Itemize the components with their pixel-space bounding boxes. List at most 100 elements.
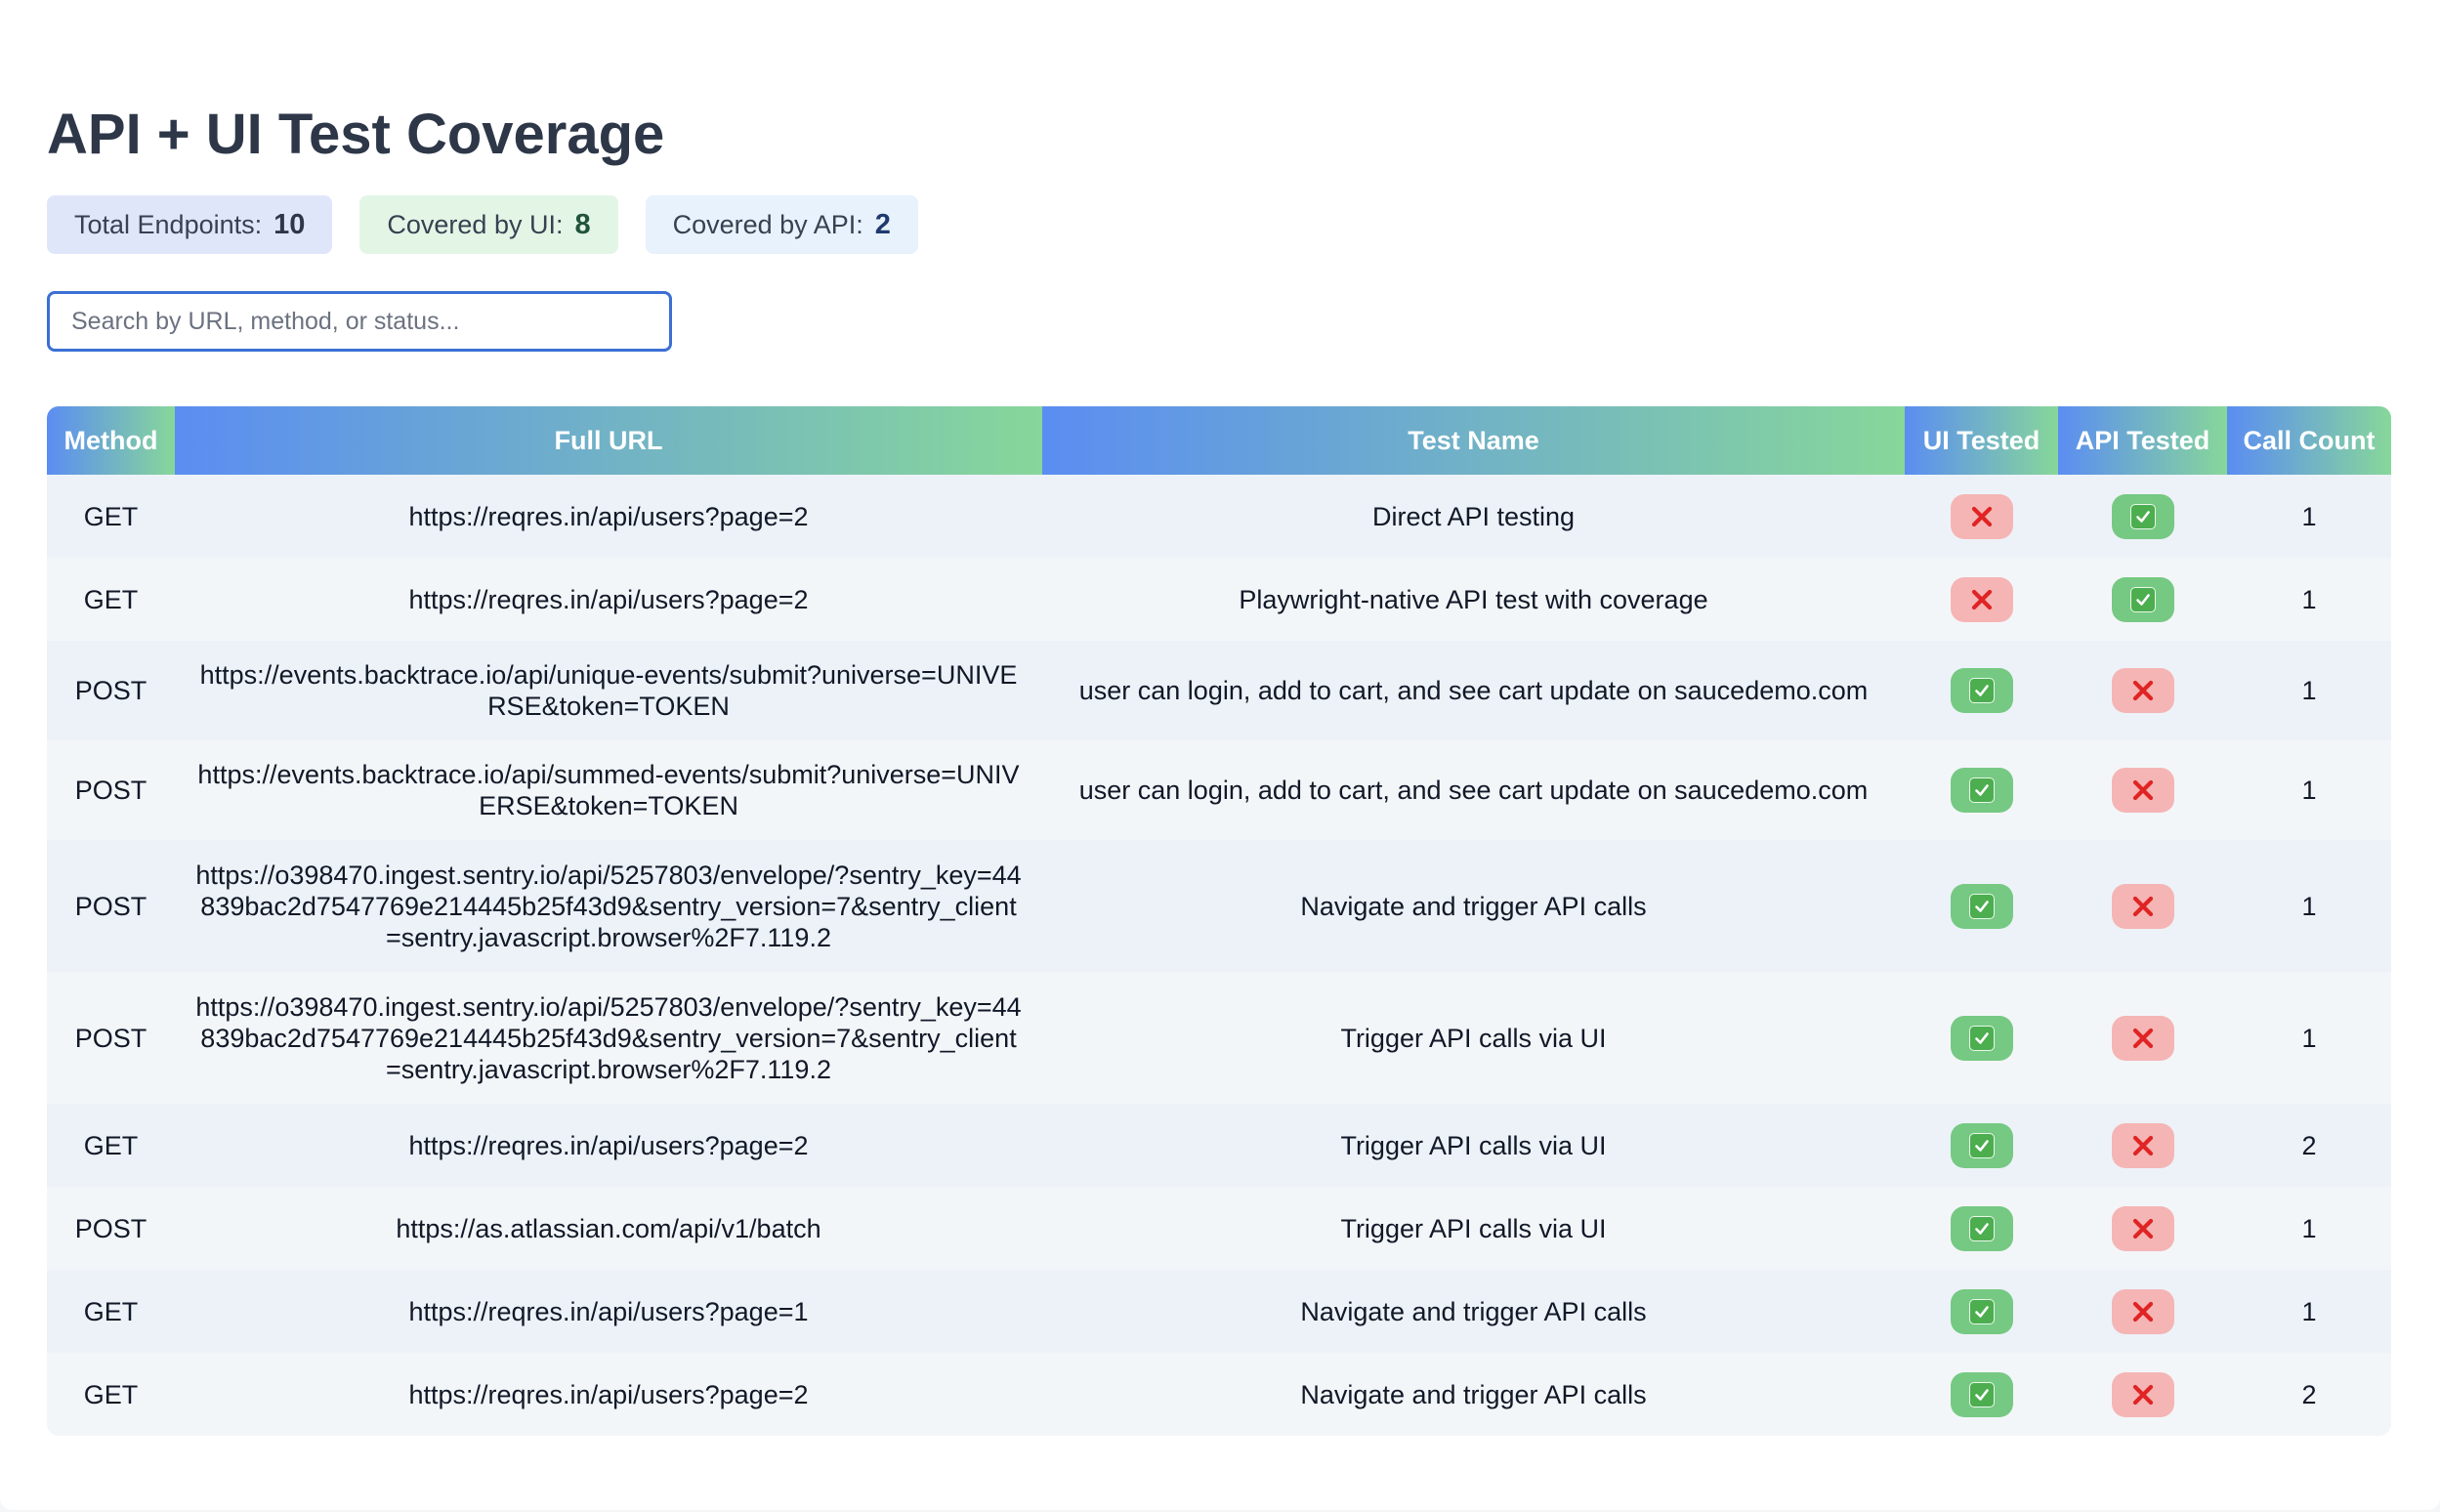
test-name-cell: Navigate and trigger API calls [1042,1353,1905,1436]
ui-tested-cell [1905,740,2058,840]
check-mark-icon [2129,586,2156,612]
cross-mark-icon [2130,1133,2156,1158]
url-cell: https://events.backtrace.io/api/unique-e… [175,641,1042,740]
cross-mark-icon [1969,587,1995,612]
api-tested-cell [2058,840,2227,972]
test-name-cell: user can login, add to cart, and see car… [1042,641,1905,740]
column-header-ui-tested[interactable]: UI Tested [1905,406,2058,475]
api-tested-cell [2058,972,2227,1104]
covered-by-api-badge: Covered by API: 2 [645,195,918,254]
check-mark-icon [1968,1132,1995,1158]
column-header-method[interactable]: Method [47,406,175,475]
table-row[interactable]: POST https://o398470.ingest.sentry.io/api… [47,972,2391,1104]
method-cell: POST [47,740,175,840]
url-cell: https://reqres.in/api/users?page=2 [175,1353,1042,1436]
ui-tested-cell [1905,840,2058,972]
column-header-full-url[interactable]: Full URL [175,406,1042,475]
url-cell: https://reqres.in/api/users?page=1 [175,1270,1042,1353]
ui-tested-yes-badge [1950,1371,2013,1417]
test-name-cell: Playwright-native API test with coverage [1042,558,1905,641]
ui-tested-yes-badge [1950,883,2013,929]
api-tested-no-badge [2111,768,2174,813]
coverage-table: Method Full URL Test Name UI Tested API … [47,406,2391,1436]
api-tested-cell [2058,1187,2227,1270]
api-tested-cell [2058,1270,2227,1353]
ui-tested-cell [1905,1353,2058,1436]
ui-tested-yes-badge [1950,668,2013,713]
check-mark-icon [2129,503,2156,529]
call-count-cell: 2 [2227,1104,2391,1187]
check-mark-icon [1968,1381,1995,1407]
table-row[interactable]: GET https://reqres.in/api/users?page=2 Tri… [47,1104,2391,1187]
cross-mark-icon [1969,504,1995,529]
ui-tested-yes-badge [1950,1015,2013,1061]
table-row[interactable]: POST https://events.backtrace.io/api/summ… [47,740,2391,840]
api-tested-cell [2058,1104,2227,1187]
call-count-cell: 1 [2227,840,2391,972]
api-tested-cell [2058,641,2227,740]
test-name-cell: Navigate and trigger API calls [1042,1270,1905,1353]
ui-tested-cell [1905,641,2058,740]
table-row[interactable]: GET https://reqres.in/api/users?page=2 Dir… [47,475,2391,558]
table-row[interactable]: GET https://reqres.in/api/users?page=2 Pla… [47,558,2391,641]
api-tested-no-badge [2111,1122,2174,1168]
ui-tested-no-badge [1950,576,2013,622]
method-cell: GET [47,558,175,641]
api-tested-no-badge [2111,1371,2174,1417]
ui-tested-cell [1905,558,2058,641]
covered-by-api-label: Covered by API: [672,209,863,239]
ui-tested-yes-badge [1950,768,2013,813]
covered-by-ui-badge: Covered by UI: 8 [359,195,618,254]
api-tested-yes-badge [2111,493,2174,539]
api-tested-cell [2058,475,2227,558]
api-tested-no-badge [2111,883,2174,929]
test-name-cell: Trigger API calls via UI [1042,1104,1905,1187]
url-cell: https://reqres.in/api/users?page=2 [175,475,1042,558]
table-body: GET https://reqres.in/api/users?page=2 Dir… [47,475,2391,1436]
column-header-test-name[interactable]: Test Name [1042,406,1905,475]
table-row[interactable]: POST https://events.backtrace.io/api/uniq… [47,641,2391,740]
table-header-row: Method Full URL Test Name UI Tested API … [47,406,2391,475]
table-row[interactable]: POST https://o398470.ingest.sentry.io/api… [47,840,2391,972]
ui-tested-yes-badge [1950,1205,2013,1251]
table-row[interactable]: GET https://reqres.in/api/users?page=1 Nav… [47,1270,2391,1353]
ui-tested-cell [1905,1270,2058,1353]
table-row[interactable]: GET https://reqres.in/api/users?page=2 Nav… [47,1353,2391,1436]
check-mark-icon [1968,1025,1995,1051]
covered-by-ui-label: Covered by UI: [387,209,564,239]
test-name-cell: Trigger API calls via UI [1042,1187,1905,1270]
call-count-cell: 1 [2227,740,2391,840]
cross-mark-icon [2130,678,2156,703]
api-tested-cell [2058,1353,2227,1436]
method-cell: POST [47,840,175,972]
search-input[interactable] [47,291,672,352]
api-tested-no-badge [2111,1205,2174,1251]
url-cell: https://reqres.in/api/users?page=2 [175,558,1042,641]
url-cell: https://o398470.ingest.sentry.io/api/525… [175,972,1042,1104]
url-cell: https://as.atlassian.com/api/v1/batch [175,1187,1042,1270]
ui-tested-cell [1905,475,2058,558]
coverage-report-card: API + UI Test Coverage Total Endpoints: … [0,0,2440,1510]
method-cell: POST [47,641,175,740]
test-name-cell: Trigger API calls via UI [1042,972,1905,1104]
call-count-cell: 1 [2227,475,2391,558]
cross-mark-icon [2130,777,2156,803]
api-tested-cell [2058,740,2227,840]
check-mark-icon [1968,777,1995,803]
column-header-call-count[interactable]: Call Count [2227,406,2391,475]
url-cell: https://o398470.ingest.sentry.io/api/525… [175,840,1042,972]
url-cell: https://reqres.in/api/users?page=2 [175,1104,1042,1187]
cross-mark-icon [2130,1026,2156,1051]
table-row[interactable]: POST https://as.atlassian.com/api/v1/batc… [47,1187,2391,1270]
call-count-cell: 1 [2227,972,2391,1104]
api-tested-no-badge [2111,1288,2174,1334]
total-endpoints-label: Total Endpoints: [74,209,263,239]
test-name-cell: Direct API testing [1042,475,1905,558]
call-count-cell: 1 [2227,558,2391,641]
total-endpoints-badge: Total Endpoints: 10 [47,195,333,254]
covered-by-api-value: 2 [874,208,891,240]
call-count-cell: 2 [2227,1353,2391,1436]
page-title: API + UI Test Coverage [47,103,665,166]
column-header-api-tested[interactable]: API Tested [2058,406,2227,475]
api-tested-cell [2058,558,2227,641]
